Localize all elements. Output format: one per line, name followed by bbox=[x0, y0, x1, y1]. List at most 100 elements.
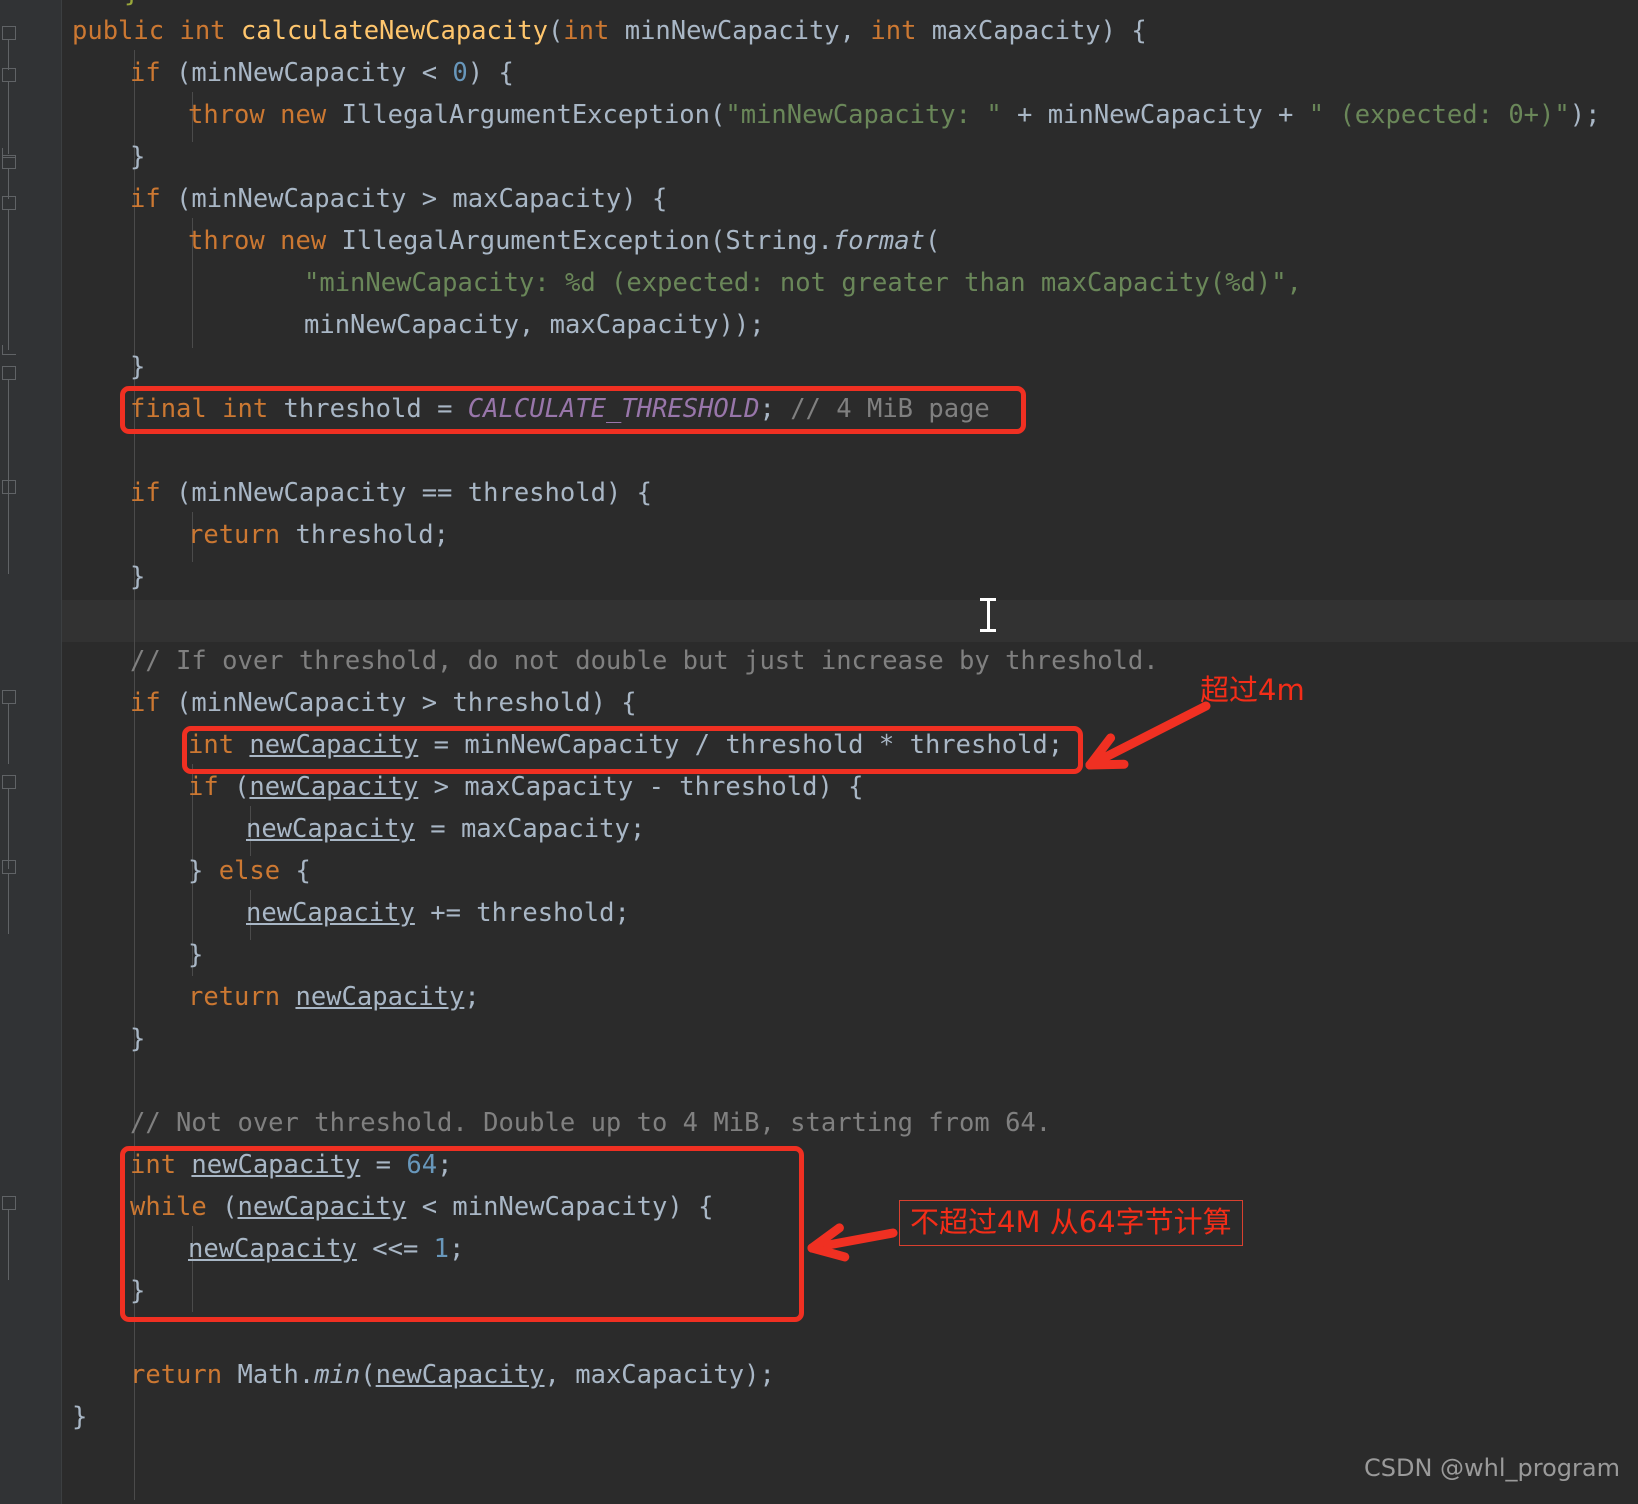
fold-region-line bbox=[8, 40, 9, 70]
code-token: else bbox=[218, 856, 296, 886]
under-4m-label: 不超过4M 从64字节计算 bbox=[899, 1200, 1243, 1246]
code-token: } bbox=[130, 142, 146, 172]
code-line[interactable]: } bbox=[130, 136, 145, 178]
code-token: int bbox=[188, 730, 250, 760]
code-line[interactable]: while (newCapacity < minNewCapacity) { bbox=[130, 1186, 713, 1228]
code-line[interactable]: throw new IllegalArgumentException(Strin… bbox=[188, 220, 940, 262]
code-token: // Not over threshold. Double up to 4 Mi… bbox=[130, 1108, 1052, 1138]
code-token: // 4 MiB page bbox=[790, 394, 990, 424]
code-line[interactable]: // If over threshold, do not double but … bbox=[130, 640, 1159, 682]
fold-marker-icon[interactable] bbox=[2, 68, 16, 82]
code-token: 1 bbox=[433, 1234, 450, 1264]
code-token: format bbox=[832, 226, 925, 256]
code-token: if bbox=[130, 58, 177, 88]
code-token: += threshold; bbox=[414, 898, 630, 928]
code-line[interactable]: if (minNewCapacity == threshold) { bbox=[130, 472, 652, 514]
fold-marker-icon[interactable] bbox=[2, 196, 16, 210]
code-line[interactable]: return newCapacity; bbox=[188, 976, 480, 1018]
code-token: calculateNewCapacity bbox=[240, 16, 548, 46]
code-token: } bbox=[188, 856, 219, 886]
code-line[interactable]: newCapacity <<= 1; bbox=[188, 1228, 464, 1270]
code-line[interactable]: } bbox=[130, 1018, 145, 1060]
fold-region-line bbox=[8, 1210, 9, 1280]
code-line[interactable]: } else { bbox=[188, 850, 311, 892]
code-token: (minNewCapacity < bbox=[176, 58, 453, 88]
code-token: minNewCapacity, bbox=[624, 16, 871, 46]
code-line[interactable]: final int threshold = CALCULATE_THRESHOL… bbox=[130, 388, 990, 430]
code-line[interactable]: } bbox=[72, 1396, 87, 1438]
code-token: = maxCapacity; bbox=[414, 814, 646, 844]
fold-marker-icon[interactable] bbox=[2, 366, 16, 380]
code-editor-screenshot: public int calculateNewCapacity ( int minN… bbox=[0, 0, 1638, 1504]
code-token: = minNewCapacity / threshold * threshold… bbox=[418, 730, 1064, 760]
current-line-highlight bbox=[62, 600, 1638, 642]
code-token: newCapacity bbox=[246, 814, 415, 844]
code-token: min bbox=[314, 1360, 361, 1390]
code-line[interactable]: if (newCapacity > maxCapacity - threshol… bbox=[188, 766, 864, 808]
fold-marker-icon[interactable] bbox=[2, 26, 16, 40]
code-token: (minNewCapacity > maxCapacity) { bbox=[176, 184, 668, 214]
code-token: "minNewCapacity: " bbox=[725, 100, 1002, 130]
code-line[interactable]: newCapacity = maxCapacity; bbox=[246, 808, 645, 850]
editor-gutter[interactable] bbox=[0, 0, 62, 1504]
code-token: public bbox=[72, 16, 180, 46]
code-token: maxCapacity) { bbox=[931, 16, 1147, 46]
code-line[interactable]: minNewCapacity, maxCapacity)); bbox=[304, 304, 765, 346]
fold-marker-icon[interactable] bbox=[2, 690, 16, 704]
fold-region-end-icon bbox=[2, 345, 16, 355]
code-token: throw bbox=[188, 100, 281, 130]
code-token: ) { bbox=[467, 58, 514, 88]
code-token: // If over threshold, do not double but … bbox=[130, 646, 1159, 676]
code-token: newCapacity bbox=[246, 898, 415, 928]
code-token: if bbox=[130, 688, 177, 718]
code-line[interactable]: public int calculateNewCapacity(int minN… bbox=[72, 10, 1147, 52]
code-line[interactable]: // Not over threshold. Double up to 4 Mi… bbox=[130, 1102, 1051, 1144]
code-token: (minNewCapacity == threshold) { bbox=[176, 478, 652, 508]
code-token: } bbox=[72, 1402, 88, 1432]
code-line[interactable]: "minNewCapacity: %d (expected: not great… bbox=[304, 262, 1302, 304]
code-line[interactable]: } bbox=[130, 1270, 145, 1312]
code-token: < minNewCapacity) { bbox=[406, 1192, 714, 1222]
fold-marker-icon[interactable] bbox=[2, 860, 16, 874]
code-token: } bbox=[130, 1276, 146, 1306]
code-line[interactable]: if (minNewCapacity > threshold) { bbox=[130, 682, 637, 724]
code-line[interactable]: int newCapacity = minNewCapacity / thres… bbox=[188, 724, 1063, 766]
code-token: int bbox=[563, 16, 625, 46]
csdn-watermark: CSDN @whl_program bbox=[1363, 1454, 1620, 1482]
fold-region-line bbox=[8, 704, 9, 764]
fold-marker-icon[interactable] bbox=[2, 155, 16, 169]
code-line[interactable]: } bbox=[130, 556, 145, 598]
fold-marker-icon[interactable] bbox=[2, 1196, 16, 1210]
code-token: if bbox=[130, 184, 177, 214]
code-token: ( bbox=[222, 1192, 238, 1222]
code-line[interactable]: } bbox=[130, 346, 145, 388]
code-token: CALCULATE_THRESHOLD bbox=[467, 394, 760, 424]
code-token: ( bbox=[360, 1360, 376, 1390]
code-token: threshold; bbox=[295, 520, 449, 550]
code-token: + minNewCapacity + bbox=[1001, 100, 1309, 130]
code-line[interactable]: return threshold; bbox=[188, 514, 449, 556]
code-token: if bbox=[188, 772, 235, 802]
code-line[interactable]: throw new IllegalArgumentException("minN… bbox=[188, 94, 1600, 136]
code-line[interactable]: return Math.min(newCapacity, maxCapacity… bbox=[130, 1354, 775, 1396]
code-line[interactable]: if (minNewCapacity > maxCapacity) { bbox=[130, 178, 667, 220]
fold-marker-icon[interactable] bbox=[2, 480, 16, 494]
code-line[interactable]: newCapacity += threshold; bbox=[246, 892, 630, 934]
code-line[interactable]: if (minNewCapacity < 0) { bbox=[130, 52, 514, 94]
code-line[interactable]: int newCapacity = 64; bbox=[130, 1144, 452, 1186]
fold-region-line bbox=[8, 169, 9, 199]
code-token: int bbox=[179, 16, 241, 46]
code-token: newCapacity bbox=[237, 1192, 407, 1222]
code-line[interactable]: } bbox=[188, 934, 203, 976]
code-token: while bbox=[130, 1192, 223, 1222]
code-token: ; bbox=[437, 1150, 453, 1180]
code-token: ; bbox=[759, 394, 791, 424]
code-token: ( bbox=[924, 226, 941, 256]
code-token: "minNewCapacity: %d (expected: not great… bbox=[304, 268, 1302, 298]
code-token: ( bbox=[234, 772, 250, 802]
code-token: ); bbox=[1569, 100, 1601, 130]
fold-marker-icon[interactable] bbox=[2, 775, 16, 789]
fold-region-line bbox=[8, 210, 9, 350]
code-token: } bbox=[130, 562, 146, 592]
code-text-area[interactable]: public int calculateNewCapacity ( int minN… bbox=[62, 0, 1638, 1504]
